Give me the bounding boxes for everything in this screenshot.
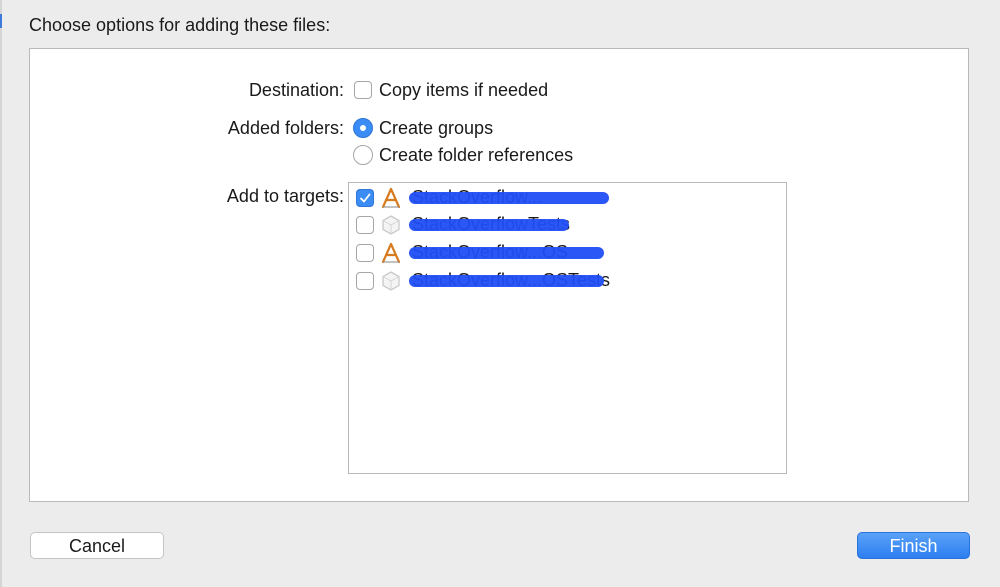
target-checkbox[interactable]: [356, 189, 374, 207]
edge-marker: [0, 14, 2, 28]
create-folder-references-label[interactable]: Create folder references: [379, 145, 573, 166]
add-files-dialog: Choose options for adding these files: D…: [0, 0, 1000, 587]
add-to-targets-label: Add to targets:: [226, 186, 344, 206]
redaction-mark: [409, 275, 604, 287]
window-edge: [0, 0, 2, 587]
target-row[interactable]: StackOverflowTests: [349, 211, 786, 239]
create-groups-label[interactable]: Create groups: [379, 118, 493, 139]
targets-list[interactable]: StackOverflow... StackOverflowTests Stac…: [348, 182, 787, 474]
added-folders-label: Added folders:: [227, 118, 344, 138]
test-bundle-icon: [382, 215, 400, 235]
target-row[interactable]: StackOverflow...: [349, 184, 786, 212]
create-folder-references-radio[interactable]: [353, 145, 373, 165]
target-checkbox[interactable]: [356, 244, 374, 262]
test-bundle-icon: [382, 271, 400, 291]
target-row[interactable]: StackOverflow...OSTests: [349, 267, 786, 295]
target-row[interactable]: StackOverflow...OS: [349, 239, 786, 267]
target-checkbox[interactable]: [356, 216, 374, 234]
destination-label: Destination:: [248, 80, 344, 100]
create-groups-radio[interactable]: [353, 118, 373, 138]
redaction-mark: [409, 247, 604, 259]
redaction-mark: [409, 219, 569, 231]
target-checkbox[interactable]: [356, 272, 374, 290]
app-target-icon: [381, 187, 401, 209]
app-target-icon: [381, 242, 401, 264]
dialog-title: Choose options for adding these files:: [29, 15, 331, 35]
copy-items-label[interactable]: Copy items if needed: [379, 80, 548, 101]
redaction-mark: [409, 192, 609, 204]
copy-items-checkbox[interactable]: [354, 81, 372, 99]
finish-button[interactable]: Finish: [857, 532, 970, 559]
cancel-button[interactable]: Cancel: [30, 532, 164, 559]
checkmark-icon: [360, 193, 371, 203]
